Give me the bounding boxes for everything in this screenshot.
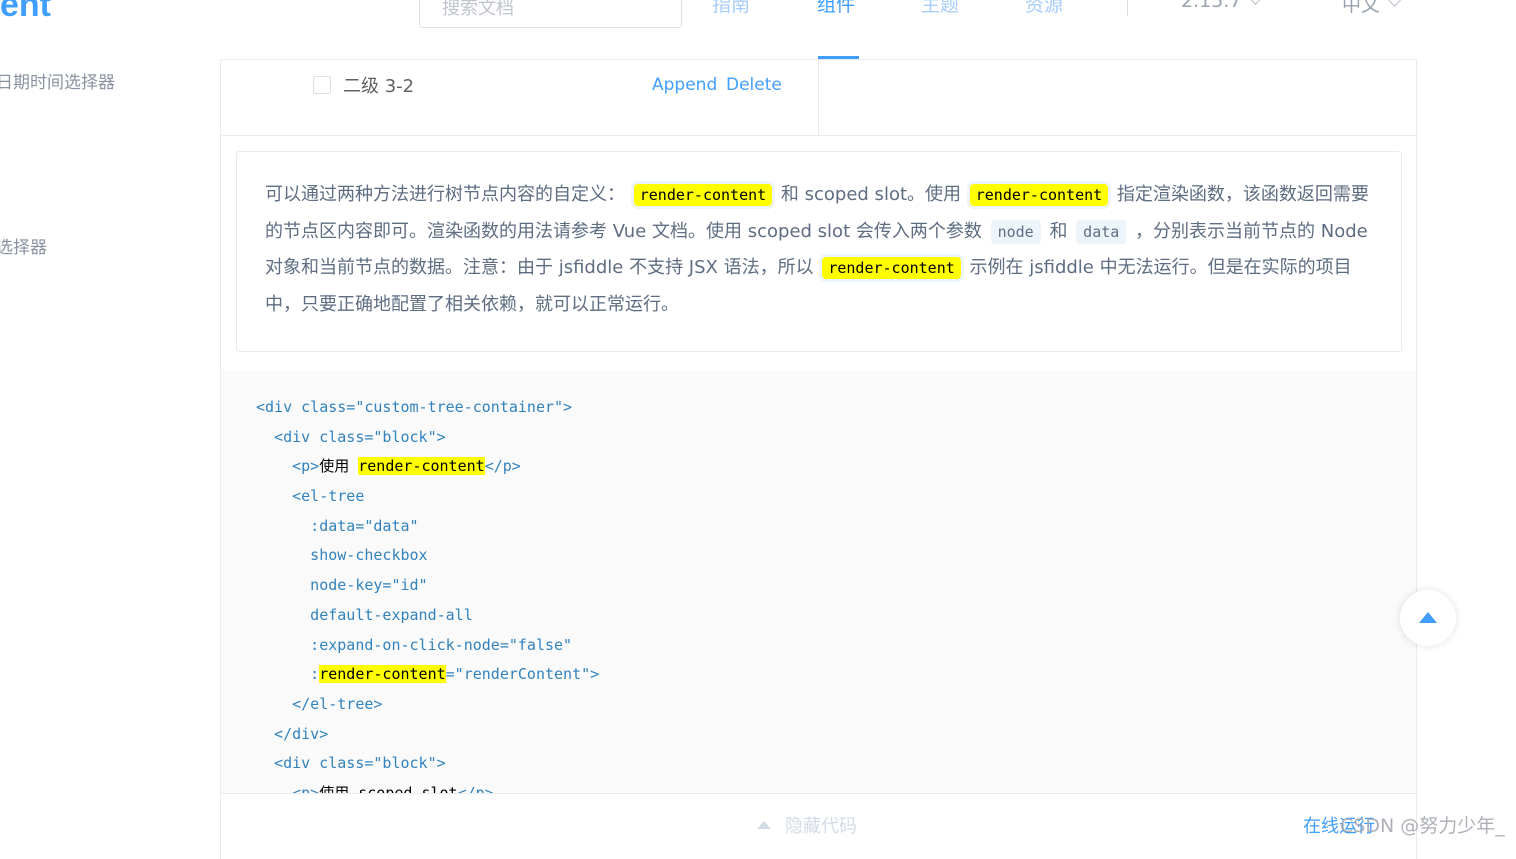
delete-button[interactable]: Delete: [726, 75, 782, 95]
element-logo[interactable]: ent: [0, 0, 51, 25]
tree-node-label: 二级 3-2: [343, 76, 415, 97]
code-line: :data="data": [256, 516, 419, 535]
arrow-up-icon: [1419, 611, 1437, 623]
code-line: :render-content="renderContent">: [256, 660, 599, 690]
code-line: node-key="id": [256, 576, 428, 595]
inline-code: render-content: [633, 184, 773, 206]
hide-code-label: 隐藏代码: [785, 816, 857, 837]
code-line: <div class="block">: [256, 427, 446, 446]
language-dropdown[interactable]: 中文: [1342, 0, 1401, 17]
demo-block: 二级 3-2 Append Delete 可以通过两种方法进行树节点内容的自定义…: [220, 59, 1417, 859]
code-token: render-content: [358, 457, 485, 476]
code-line: <p>使用 scoped slot</p>: [256, 779, 599, 794]
version-label: 2.15.7: [1181, 0, 1242, 12]
code-line: </el-tree>: [256, 694, 383, 713]
search-box[interactable]: [419, 0, 682, 28]
nav-divider: [1127, 0, 1128, 16]
sidebar: 日期时间选择器 选择器: [0, 60, 220, 844]
top-header: ent 指南 组件 主题 资源 2.15.7 中文: [0, 0, 1516, 60]
sidebar-item-datetimepicker[interactable]: 日期时间选择器: [0, 68, 115, 93]
inline-code: node: [990, 219, 1041, 244]
inline-code: render-content: [969, 184, 1109, 206]
demo-preview: 二级 3-2 Append Delete: [221, 60, 1416, 136]
code-token: </p>: [484, 457, 521, 476]
code-line: </div>: [256, 724, 329, 743]
code-line: <el-tree: [256, 487, 365, 506]
search-input[interactable]: [440, 0, 661, 20]
code-line: <div class="custom-tree-container">: [256, 398, 573, 416]
inline-code: render-content: [822, 257, 961, 279]
code-token: ="renderContent">: [445, 665, 600, 684]
caret-up-icon: [757, 821, 771, 829]
nav-guide[interactable]: 指南: [712, 0, 750, 17]
description-text: 可以通过两种方法进行树节点内容的自定义：: [265, 184, 625, 205]
code-line: :expand-on-click-node="false": [256, 635, 573, 654]
chevron-down-icon: [1388, 0, 1401, 7]
code-token: 使用: [319, 457, 359, 476]
code-line: show-checkbox: [256, 546, 428, 565]
hide-code-button[interactable]: 隐藏代码: [757, 812, 857, 838]
code-line: <p>使用 render-content</p>: [256, 452, 599, 482]
code-token: :: [256, 665, 320, 684]
sidebar-item-picker[interactable]: 选择器: [0, 233, 47, 258]
code-line: default-expand-all: [256, 605, 473, 624]
tree-node-checkbox[interactable]: [313, 76, 331, 94]
back-to-top-button[interactable]: [1400, 590, 1456, 646]
append-button[interactable]: Append: [652, 75, 717, 95]
description-text: 和: [1049, 220, 1068, 242]
code-token: render-content: [319, 665, 446, 684]
code-block[interactable]: <div class="custom-tree-container"> <div…: [221, 370, 1416, 794]
nav-resource[interactable]: 资源: [1025, 0, 1063, 17]
version-dropdown[interactable]: 2.15.7: [1181, 0, 1263, 12]
nav-component[interactable]: 组件: [817, 0, 855, 17]
code-line: <div class="block">: [256, 754, 446, 773]
demo-control-bar[interactable]: 隐藏代码 在线运行: [221, 793, 1416, 853]
inline-code: data: [1076, 219, 1127, 244]
description-text: 和 scoped slot。使用: [780, 184, 962, 205]
code-token: <p>: [256, 457, 320, 476]
chevron-down-icon: [1249, 0, 1263, 5]
demo-description: 可以通过两种方法进行树节点内容的自定义： render-content 和 sc…: [236, 151, 1402, 352]
nav-theme[interactable]: 主题: [921, 0, 959, 17]
demo-divider: [818, 60, 819, 136]
tree-node[interactable]: 二级 3-2: [313, 72, 414, 98]
language-label: 中文: [1342, 0, 1381, 16]
csdn-watermark: CSDN @努力少年_: [1340, 815, 1505, 837]
